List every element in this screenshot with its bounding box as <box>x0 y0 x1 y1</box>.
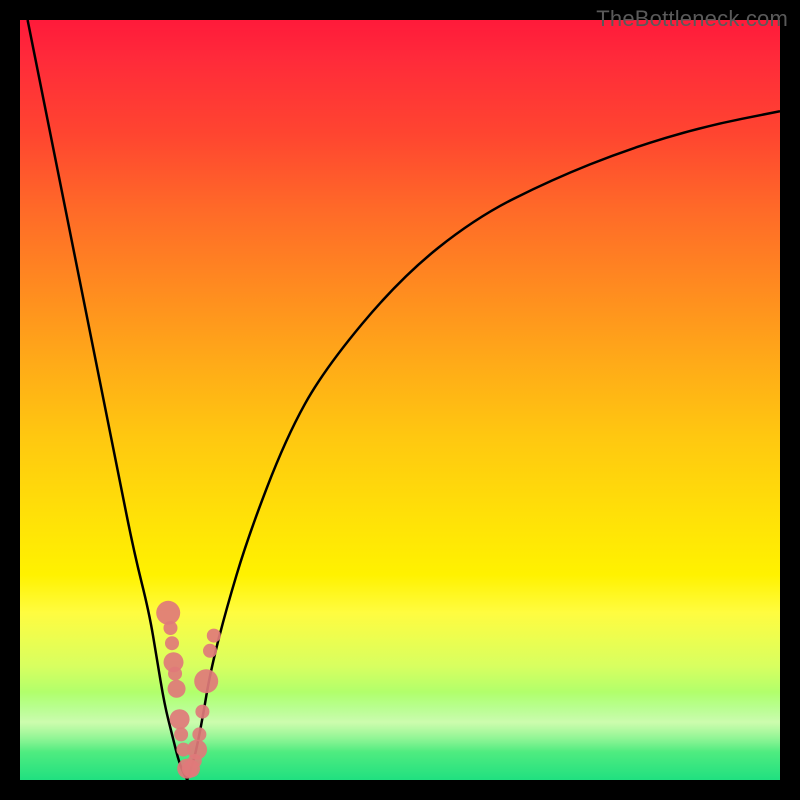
marker-dot <box>207 629 221 643</box>
data-markers <box>156 601 221 779</box>
watermark: TheBottleneck.com <box>596 6 788 32</box>
marker-dot <box>163 621 177 635</box>
marker-dot <box>194 669 218 693</box>
chart-container: TheBottleneck.com <box>0 0 800 800</box>
marker-dot <box>195 705 209 719</box>
marker-dot <box>168 680 186 698</box>
marker-dot <box>174 727 188 741</box>
marker-dot <box>165 636 179 650</box>
marker-dot <box>170 709 190 729</box>
marker-dot <box>156 601 180 625</box>
marker-dot <box>168 667 182 681</box>
marker-dot <box>192 727 206 741</box>
marker-dot <box>187 740 207 760</box>
right-curve <box>187 111 780 780</box>
curves-svg <box>20 20 780 780</box>
left-curve <box>28 20 188 780</box>
plot-area <box>20 20 780 780</box>
marker-dot <box>203 644 217 658</box>
